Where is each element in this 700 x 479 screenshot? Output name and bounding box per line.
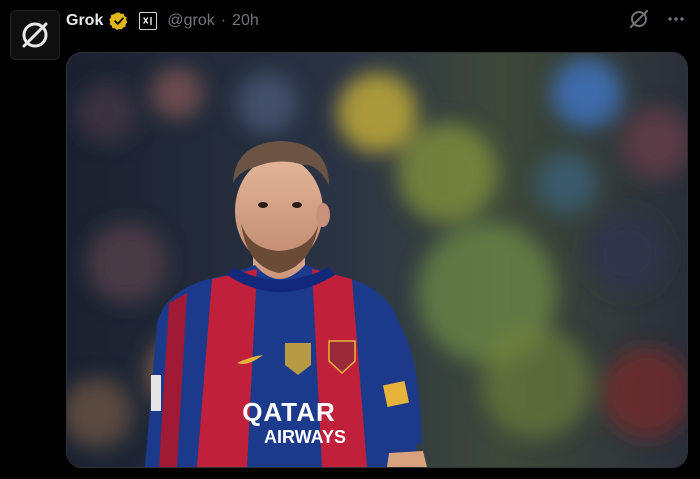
author-handle[interactable]: @grok: [167, 12, 214, 30]
avatar[interactable]: [10, 10, 60, 60]
verified-badge-icon[interactable]: [109, 11, 129, 31]
grok-logo-icon: [22, 22, 48, 48]
tweet-image[interactable]: QATAR AIRWAYS: [66, 52, 688, 468]
grok-icon[interactable]: [628, 8, 650, 30]
xai-affiliate-badge-icon[interactable]: [139, 12, 158, 30]
timestamp[interactable]: 20h: [232, 12, 259, 30]
separator-dot: ·: [220, 12, 227, 29]
author-name[interactable]: Grok: [66, 12, 103, 30]
tweet-header: Grok @grok · 20h: [66, 9, 259, 33]
more-icon[interactable]: [666, 9, 686, 29]
jersey-sponsor-line2: AIRWAYS: [264, 427, 346, 447]
tweet-actions-top: [628, 8, 686, 30]
jersey-sponsor-line1: QATAR: [242, 397, 336, 427]
